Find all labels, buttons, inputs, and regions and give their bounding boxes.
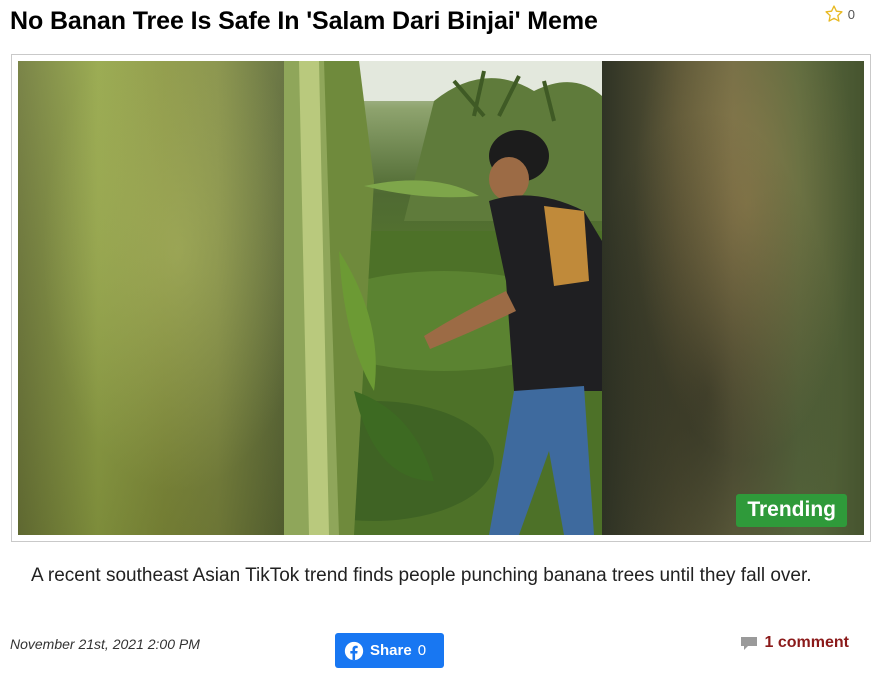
facebook-share-button[interactable]: Share 0: [335, 633, 444, 668]
media-frame: Trending: [11, 54, 871, 542]
article-image[interactable]: Trending: [18, 61, 864, 535]
share-count: 0: [417, 642, 427, 659]
blurred-background-left: [18, 61, 284, 535]
comments-label: 1 comment: [764, 634, 849, 651]
blurred-background-right: [602, 61, 864, 535]
star-outline-icon: [825, 5, 843, 22]
page-title: No Banan Tree Is Safe In 'Salam Dari Bin…: [10, 7, 598, 35]
article-caption: A recent southeast Asian TikTok trend fi…: [31, 565, 812, 586]
speech-bubble-icon: [740, 636, 757, 650]
favorite-count: 0: [847, 6, 855, 22]
video-frame: [284, 61, 602, 535]
favorite-button[interactable]: 0: [824, 4, 855, 24]
publish-date: November 21st, 2021 2:00 PM: [10, 636, 200, 652]
trending-badge[interactable]: Trending: [736, 494, 847, 527]
comments-link[interactable]: 1 comment: [740, 634, 849, 652]
share-label: Share: [370, 642, 412, 659]
facebook-icon: [344, 641, 364, 660]
banana-tree-scene: [284, 61, 602, 535]
